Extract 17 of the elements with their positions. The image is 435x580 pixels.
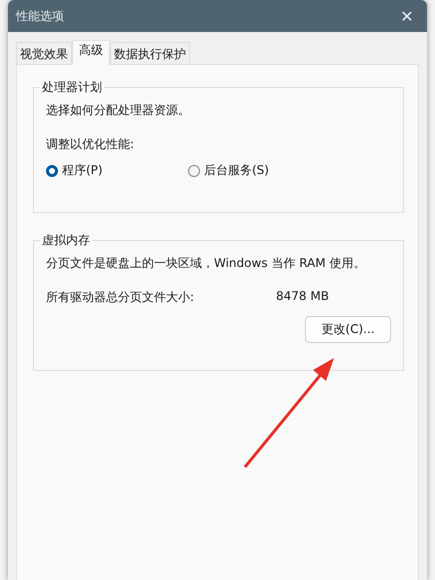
radio-button[interactable] bbox=[46, 164, 58, 176]
radio-button[interactable] bbox=[188, 164, 200, 176]
radio-label[interactable]: 后台服务(S) bbox=[204, 162, 269, 179]
description-text: 选择如何分配处理器资源。 bbox=[46, 102, 191, 119]
description-text: 分页文件是硬盘上的一块区域，Windows 当作 RAM 使用。 bbox=[46, 255, 366, 272]
group-title: 处理器计划 bbox=[40, 79, 104, 96]
size-value: 8478 MB bbox=[276, 289, 329, 305]
tab[interactable]: 视觉效果 bbox=[16, 42, 72, 64]
size-label: 所有驱动器总分页文件大小: bbox=[46, 289, 196, 306]
tab[interactable]: 高级 bbox=[72, 40, 110, 65]
prompt-text: 调整以优化性能: bbox=[46, 136, 136, 153]
window-title: 性能选项 bbox=[16, 8, 64, 24]
close-button[interactable]: ✕ bbox=[387, 0, 427, 32]
group-title: 虚拟内存 bbox=[40, 232, 92, 249]
radio-label[interactable]: 程序(P) bbox=[62, 162, 103, 179]
tab[interactable]: 数据执行保护 bbox=[110, 42, 190, 64]
change-button[interactable]: 更改(C)... bbox=[305, 316, 391, 343]
